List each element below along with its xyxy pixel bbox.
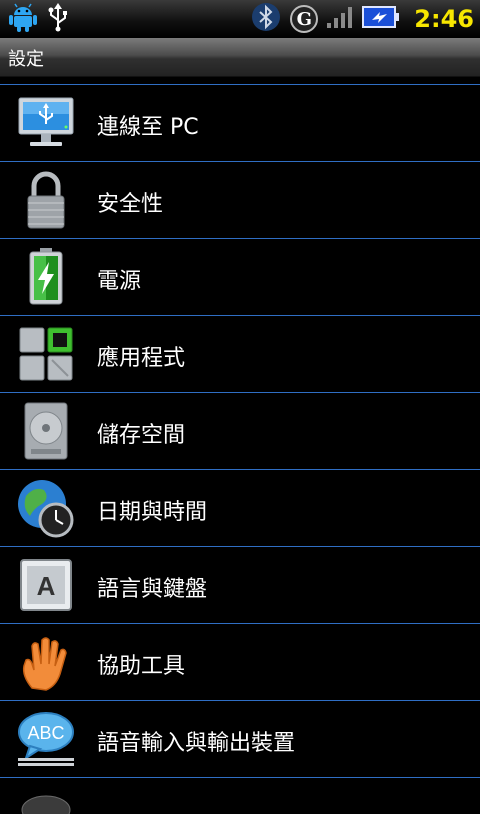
settings-item-next-partial[interactable] (0, 777, 480, 814)
settings-item-language-keyboard[interactable]: A 語言與鍵盤 (0, 546, 480, 623)
settings-item-security[interactable]: 安全性 (0, 161, 480, 238)
partial-item-icon (16, 786, 76, 814)
monitor-usb-icon (16, 92, 76, 154)
settings-item-label: 連線至 PC (97, 115, 199, 140)
keyboard-key-a-icon: A (16, 554, 76, 616)
apps-grid-icon (16, 323, 76, 385)
status-bar: G 2:46 (0, 0, 480, 38)
usb-icon (46, 2, 70, 36)
hard-drive-icon (16, 400, 76, 462)
settings-item-accessibility[interactable]: 協助工具 (0, 623, 480, 700)
status-clock: 2:46 (414, 5, 474, 33)
settings-item-power[interactable]: 電源 (0, 238, 480, 315)
padlock-icon (16, 169, 76, 231)
hand-icon (16, 631, 76, 693)
signal-icon (326, 5, 354, 33)
settings-item-label: 日期與時間 (97, 500, 208, 525)
battery-charging-icon (16, 246, 76, 308)
g-badge-icon: G (290, 5, 319, 33)
settings-item-label: 語言與鍵盤 (97, 577, 208, 602)
settings-item-storage[interactable]: 儲存空間 (0, 392, 480, 469)
settings-list: 連線至 PC 安全性 電源 應用程式 儲存空間 日期與時間 A 語言與鍵盤 協助… (0, 84, 480, 814)
key-a-text: A (37, 571, 56, 601)
settings-item-label: 語音輸入與輸出裝置 (97, 731, 296, 756)
settings-item-voice-io[interactable]: ABC 語音輸入與輸出裝置 (0, 700, 480, 777)
speech-bubble-text: ABC (27, 723, 64, 743)
settings-item-label: 應用程式 (97, 346, 186, 371)
globe-clock-icon (16, 477, 76, 539)
settings-item-connect-pc[interactable]: 連線至 PC (0, 84, 480, 161)
status-right: G 2:46 (250, 3, 474, 35)
settings-item-label: 儲存空間 (97, 423, 186, 448)
bluetooth-icon (250, 1, 282, 37)
settings-item-label: 協助工具 (97, 654, 186, 679)
settings-item-label: 電源 (97, 269, 142, 294)
settings-item-date-time[interactable]: 日期與時間 (0, 469, 480, 546)
settings-item-applications[interactable]: 應用程式 (0, 315, 480, 392)
status-left (8, 3, 70, 35)
android-icon (8, 2, 38, 36)
battery-charging-icon (362, 4, 400, 34)
speech-bubble-abc-icon: ABC (16, 708, 76, 770)
settings-item-label: 安全性 (97, 192, 164, 217)
page-title: 設定 (8, 49, 44, 70)
title-bar: 設定 (0, 38, 480, 77)
